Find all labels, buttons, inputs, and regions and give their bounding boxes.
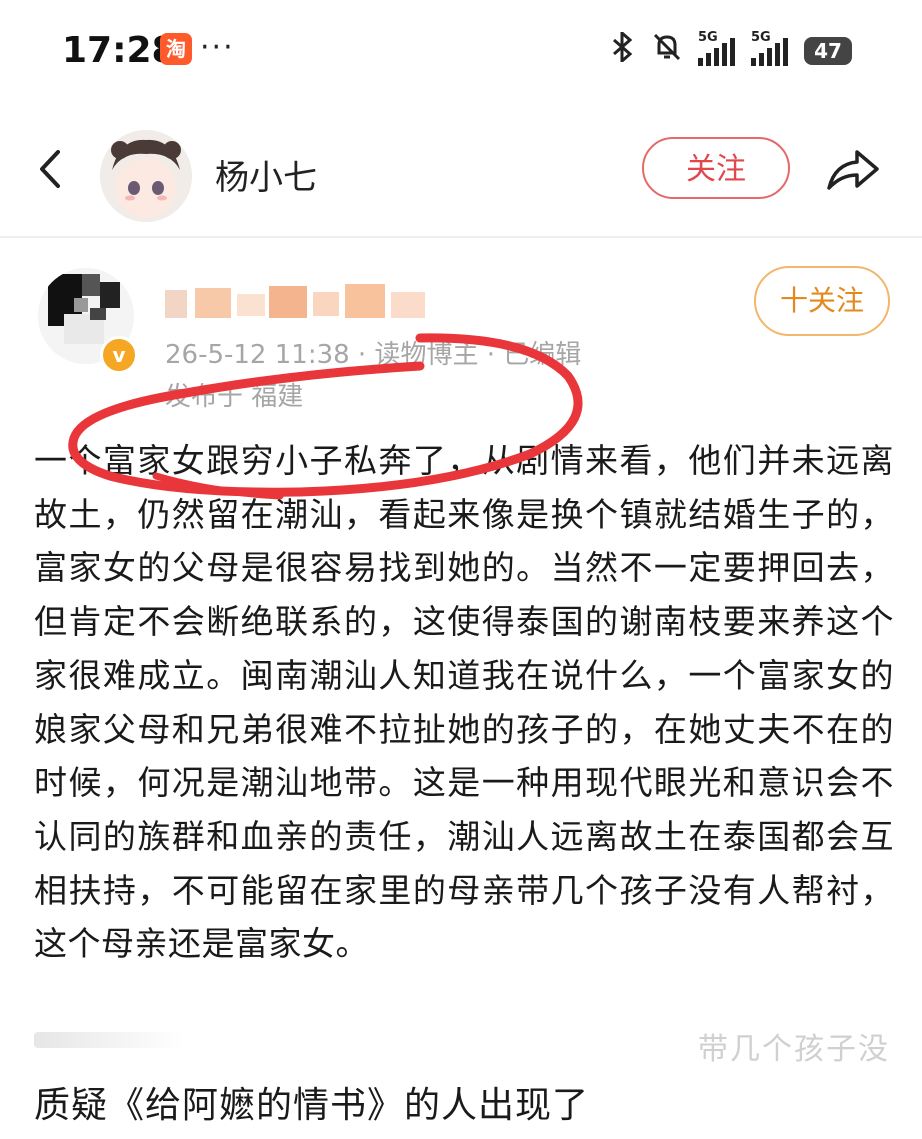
faded-text: 带几个孩子没: [698, 1032, 890, 1067]
status-indicators: 5G 5G 47: [610, 29, 852, 70]
page-header: 杨小七 关注: [0, 120, 922, 230]
post-body-text: 一个富家女跟穷小子私奔了，从剧情来看，他们并未远离故土，仍然留在潮汕，看起来像是…: [34, 441, 894, 964]
faded-preview-row: 带几个孩子没: [34, 1018, 894, 1068]
faded-blur: [34, 1032, 184, 1048]
post-location: 发布于 福建: [165, 382, 304, 412]
signal-icon-1: 5G: [698, 30, 735, 66]
verified-badge-icon: v: [100, 336, 138, 374]
status-bar: 17:28 淘 ··· 5G 5G 47: [0, 0, 922, 100]
share-icon[interactable]: [825, 142, 881, 198]
post-follow-button[interactable]: 十关注: [754, 266, 890, 336]
header-divider: [0, 236, 922, 238]
mute-bell-icon: [652, 32, 682, 70]
author-name[interactable]: 杨小七: [215, 150, 317, 199]
follow-button[interactable]: 关注: [642, 137, 790, 199]
author-avatar[interactable]: [100, 130, 192, 222]
taobao-app-icon: 淘: [160, 33, 192, 65]
blurred-username: [165, 284, 435, 324]
status-more-icon: ···: [200, 30, 235, 65]
back-icon[interactable]: [28, 144, 78, 194]
post-meta: 26-5-12 11:38 · 读物博主 · 已编辑: [165, 340, 582, 370]
signal-icon-2: 5G: [751, 30, 788, 66]
battery-icon: 47: [804, 37, 852, 65]
caption-text: 质疑《给阿嬷的情书》的人出现了: [34, 1085, 590, 1126]
bluetooth-icon: [610, 29, 636, 70]
